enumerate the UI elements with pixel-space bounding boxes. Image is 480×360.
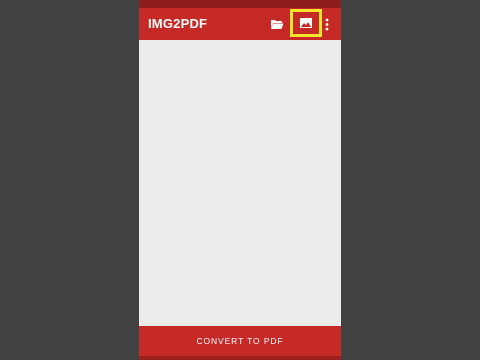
more-options-button[interactable]	[320, 12, 334, 36]
status-bar	[139, 0, 341, 8]
image-list-area	[139, 40, 341, 326]
app-bar: IMG2PDF	[139, 8, 341, 40]
folder-open-icon	[271, 20, 284, 29]
bottom-edge	[139, 356, 341, 360]
app-title: IMG2PDF	[148, 16, 208, 31]
convert-to-pdf-button[interactable]: CONVERT TO PDF	[139, 326, 341, 356]
image-icon	[300, 18, 312, 28]
image-picker-button[interactable]	[290, 9, 322, 37]
phone-screen: IMG2PDF CONVERT TO PDF	[139, 0, 341, 360]
more-vert-icon	[325, 18, 329, 30]
open-folder-button[interactable]	[265, 12, 289, 36]
